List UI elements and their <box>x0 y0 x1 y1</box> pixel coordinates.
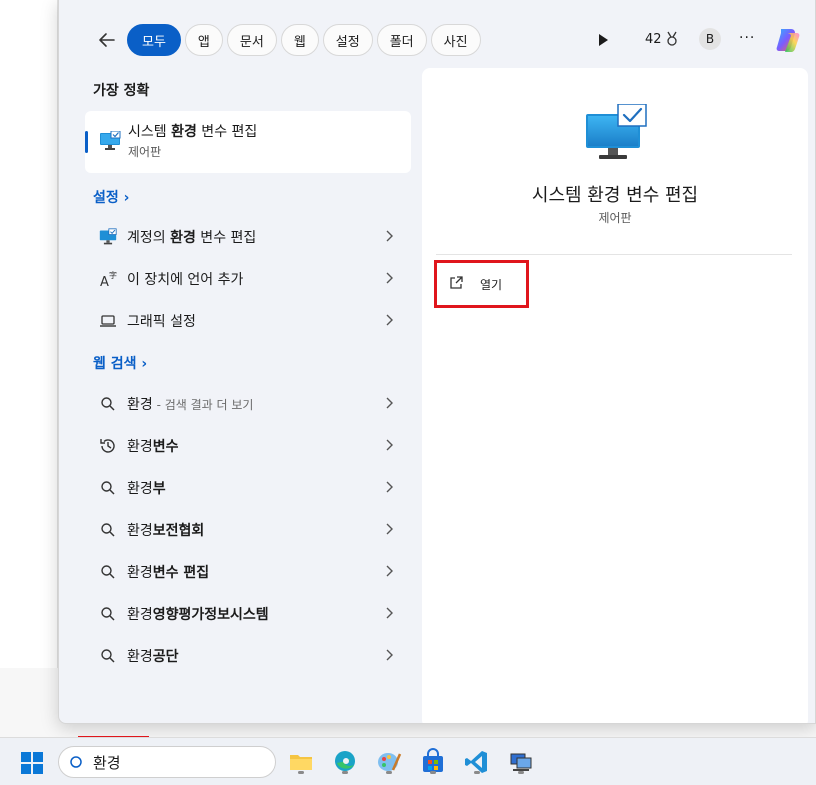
store-icon[interactable] <box>419 748 447 776</box>
web-result-label: 환경공단 <box>127 649 179 665</box>
search-icon <box>99 605 117 623</box>
open-label: 열기 <box>480 278 503 292</box>
chevron-right-icon <box>386 565 393 577</box>
more-options-button[interactable]: ··· <box>739 30 755 46</box>
chip-folders[interactable]: 폴더 <box>376 24 427 56</box>
taskbar <box>0 737 816 785</box>
windows-start-icon[interactable] <box>20 751 44 775</box>
rewards-points[interactable]: 42 <box>645 31 679 47</box>
search-icon <box>99 479 117 497</box>
web-search-heading[interactable]: 웹 검색 › <box>93 353 147 373</box>
system-monitor-icon <box>586 104 647 159</box>
web-result-label: 환경변수 편집 <box>127 565 210 581</box>
avatar[interactable]: B <box>699 28 721 50</box>
language-icon: A 字 <box>99 270 117 288</box>
settings-item-add-language[interactable]: A 字 이 장치에 언어 추가 <box>89 259 409 297</box>
web-result-label: 환경부 <box>127 481 166 497</box>
chevron-right-icon <box>386 439 393 451</box>
play-icon <box>599 34 608 46</box>
vscode-icon[interactable] <box>463 748 491 776</box>
paint-icon[interactable] <box>375 748 403 776</box>
chip-photos[interactable]: 사진 <box>430 24 481 56</box>
copilot-icon[interactable] <box>773 25 803 55</box>
best-match-subtitle: 제어판 <box>128 145 162 159</box>
chevron-right-icon <box>386 481 393 493</box>
back-button[interactable] <box>95 28 119 52</box>
running-indicator <box>298 771 304 774</box>
chevron-right-icon <box>386 523 393 535</box>
running-indicator <box>342 771 348 774</box>
web-result-item[interactable]: 환경영향평가정보시스템 <box>89 594 409 632</box>
web-result-label: 환경 - 검색 결과 더 보기 <box>127 397 254 413</box>
search-flyout: 모두 앱 문서 웹 설정 폴더 사진 42 B ··· 가장 정확 시스템 환경… <box>58 0 816 724</box>
search-icon <box>99 563 117 581</box>
running-indicator <box>474 771 480 774</box>
chevron-right-icon <box>386 272 393 284</box>
settings-heading[interactable]: 설정 › <box>93 187 129 207</box>
filter-bar: 모두 앱 문서 웹 설정 폴더 사진 42 B ··· <box>59 22 815 58</box>
best-match-result[interactable]: 시스템 환경 변수 편집 제어판 <box>85 111 411 173</box>
chip-documents[interactable]: 문서 <box>226 24 277 56</box>
web-result-label: 환경보전협회 <box>127 523 205 539</box>
file-explorer-icon[interactable] <box>287 748 315 776</box>
chevron-right-icon <box>386 230 393 242</box>
filter-chips: 모두 앱 문서 웹 설정 폴더 사진 <box>127 24 481 56</box>
edge-icon[interactable] <box>331 748 359 776</box>
running-indicator <box>386 771 392 774</box>
open-external-icon <box>450 276 463 289</box>
settings-item-label: 그래픽 설정 <box>127 314 196 330</box>
detail-subtitle: 제어판 <box>598 211 632 225</box>
background-window-content <box>0 0 58 668</box>
web-result-label: 환경변수 <box>127 439 179 455</box>
chevron-right-icon <box>386 314 393 326</box>
history-icon <box>99 437 117 455</box>
best-match-heading: 가장 정확 <box>93 83 150 99</box>
open-button[interactable]: 열기 <box>436 266 516 300</box>
web-result-item[interactable]: 환경보전협회 <box>89 510 409 548</box>
rewards-medal-icon <box>666 31 677 46</box>
system-monitor-icon <box>100 131 121 150</box>
play-button[interactable] <box>595 32 611 48</box>
search-icon <box>99 647 117 665</box>
chevron-right-icon <box>386 397 393 409</box>
svg-text:字: 字 <box>109 270 117 280</box>
best-match-title: 시스템 환경 변수 편집 <box>128 124 258 140</box>
divider <box>436 254 792 255</box>
taskbar-search-box[interactable] <box>58 746 276 778</box>
web-result-label: 환경영향평가정보시스템 <box>127 607 269 623</box>
network-icon[interactable] <box>507 748 535 776</box>
running-indicator <box>430 771 436 774</box>
chip-settings[interactable]: 설정 <box>322 24 373 56</box>
settings-item-account-env[interactable]: 계정의 환경 변수 편집 <box>89 217 409 255</box>
settings-item-label: 계정의 환경 변수 편집 <box>127 230 257 246</box>
running-indicator <box>518 771 524 774</box>
chevron-right-icon <box>386 649 393 661</box>
detail-title: 시스템 환경 변수 편집 <box>531 185 699 206</box>
laptop-icon <box>99 312 117 330</box>
chip-all[interactable]: 모두 <box>127 24 181 56</box>
detail-pane: 시스템 환경 변수 편집 제어판 열기 <box>422 68 808 723</box>
web-result-item[interactable]: 환경변수 <box>89 426 409 464</box>
search-icon <box>99 395 117 413</box>
settings-item-label: 이 장치에 언어 추가 <box>127 272 244 288</box>
web-result-item[interactable]: 환경 - 검색 결과 더 보기 <box>89 384 409 422</box>
chevron-right-icon <box>386 607 393 619</box>
web-result-item[interactable]: 환경공단 <box>89 636 409 674</box>
arrow-left-icon <box>99 33 115 47</box>
monitor-icon <box>99 228 117 246</box>
settings-item-graphics[interactable]: 그래픽 설정 <box>89 301 409 339</box>
search-icon <box>70 756 82 768</box>
search-input[interactable] <box>93 753 263 771</box>
web-result-item[interactable]: 환경변수 편집 <box>89 552 409 590</box>
search-icon <box>99 521 117 539</box>
web-result-item[interactable]: 환경부 <box>89 468 409 506</box>
svg-text:A: A <box>100 275 109 288</box>
selection-indicator <box>85 131 88 153</box>
points-value: 42 <box>645 31 662 47</box>
chip-apps[interactable]: 앱 <box>184 24 223 56</box>
chip-web[interactable]: 웹 <box>280 24 319 56</box>
